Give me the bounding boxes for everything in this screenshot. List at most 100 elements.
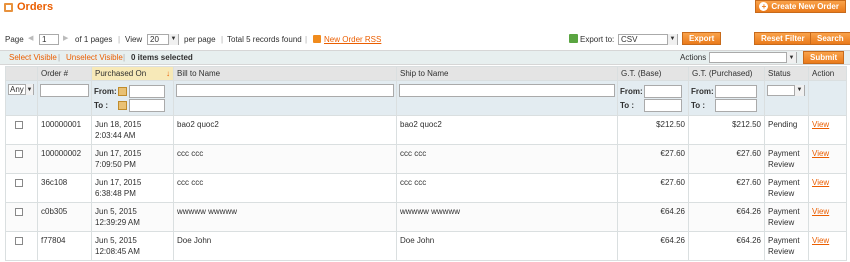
view-link[interactable]: View: [812, 149, 829, 158]
purchased-on-text: Jun 5, 2015 12:08:45 AM: [95, 236, 140, 256]
table-row[interactable]: 36c108 Jun 17, 2015 6:38:48 PM ccc ccc ccc …: [5, 173, 847, 203]
order-number-text: 36c108: [41, 178, 68, 187]
calendar-icon[interactable]: [118, 86, 127, 96]
purchased-on-cell: Jun 5, 2015 12:08:45 AM: [91, 231, 174, 261]
column-header-gt-purchased[interactable]: G.T. (Purchased): [688, 66, 765, 81]
of-pages-text: of 1 pages: [75, 34, 113, 44]
date-to-input[interactable]: [129, 98, 165, 112]
row-checkbox-cell: [5, 202, 38, 232]
chevron-down-icon: ▼: [667, 33, 677, 45]
column-header-order-label: Order #: [41, 69, 69, 78]
order-number-text: 100000002: [41, 149, 82, 158]
massaction-filter-value: Any: [10, 85, 24, 94]
column-header-purchased-on[interactable]: Purchased On ↓: [91, 66, 174, 81]
row-checkbox[interactable]: [15, 150, 23, 158]
column-header-bill-to-label: Bill to Name: [177, 69, 221, 78]
gt-purchased-cell: €27.60: [688, 144, 765, 174]
next-page-icon[interactable]: ▶: [63, 34, 68, 42]
gt-purchased-to-input[interactable]: [715, 98, 757, 112]
view-link[interactable]: View: [812, 207, 829, 216]
grid-body: 100000001 Jun 18, 2015 2:03:44 AM bao2 quo…: [5, 115, 847, 261]
row-checkbox[interactable]: [15, 179, 23, 187]
column-header-bill-to[interactable]: Bill to Name: [173, 66, 397, 81]
column-header-order[interactable]: Order #: [37, 66, 92, 81]
bill-to-filter-input[interactable]: [176, 84, 394, 97]
ship-to-text: ccc ccc: [400, 149, 427, 158]
page-label: Page: [5, 34, 24, 44]
column-header-gt-purchased-label: G.T. (Purchased): [692, 69, 753, 78]
gt-purchased-to-label: To :: [691, 100, 706, 110]
date-from-input[interactable]: [129, 84, 165, 98]
gt-base-cell: €64.26: [617, 202, 689, 232]
ship-to-filter-input[interactable]: [399, 84, 615, 97]
calendar-icon[interactable]: [118, 100, 127, 110]
row-checkbox-cell: [5, 231, 38, 261]
column-header-ship-to[interactable]: Ship to Name: [396, 66, 618, 81]
column-header-ship-to-label: Ship to Name: [400, 69, 449, 78]
column-header-action: Action: [808, 66, 847, 81]
bill-to-cell: wwwww wwwww: [173, 202, 397, 232]
row-checkbox[interactable]: [15, 208, 23, 216]
status-text: Payment Review: [768, 178, 800, 198]
gt-purchased-text: €64.26: [736, 207, 761, 216]
ship-to-cell: bao2 quoc2: [396, 115, 618, 145]
actions-select[interactable]: ▼: [709, 52, 797, 63]
view-link[interactable]: View: [812, 236, 829, 245]
export-label: Export to:: [580, 34, 615, 44]
gt-base-text: €27.60: [660, 149, 685, 158]
table-row[interactable]: f77804 Jun 5, 2015 12:08:45 AM Doe John Doe…: [5, 231, 847, 261]
bill-to-cell: ccc ccc: [173, 173, 397, 203]
gt-purchased-text: $212.50: [732, 120, 761, 129]
grid-filter-row: Any ▼ From: To : From: To: From: To: ▼: [5, 80, 847, 116]
bill-to-cell: Doe John: [173, 231, 397, 261]
submit-button[interactable]: Submit: [803, 51, 845, 64]
column-header-gt-base[interactable]: G.T. (Base): [617, 66, 689, 81]
row-checkbox-cell: [5, 144, 38, 174]
view-link[interactable]: View: [812, 120, 829, 129]
create-new-order-button[interactable]: + Create New Order: [755, 0, 846, 13]
bill-to-text: ccc ccc: [177, 178, 204, 187]
select-visible-link[interactable]: Select Visible: [9, 53, 57, 62]
per-page-select[interactable]: 20 ▼: [147, 33, 179, 45]
per-page-label: per page: [184, 34, 216, 44]
gt-purchased-cell: $212.50: [688, 115, 765, 145]
table-row[interactable]: c0b305 Jun 5, 2015 12:39:29 AM wwwww wwwww…: [5, 202, 847, 232]
export-format-select[interactable]: CSV ▼: [618, 33, 678, 45]
gt-base-from-input[interactable]: [644, 84, 682, 98]
table-row[interactable]: 100000001 Jun 18, 2015 2:03:44 AM bao2 quo…: [5, 115, 847, 145]
bill-to-text: Doe John: [177, 236, 212, 245]
table-row[interactable]: 100000002 Jun 17, 2015 7:09:50 PM ccc ccc c…: [5, 144, 847, 174]
order-filter-input[interactable]: [40, 84, 89, 97]
sort-desc-icon: ↓: [166, 69, 170, 78]
page-input[interactable]: 1: [39, 33, 59, 45]
gt-base-to-input[interactable]: [644, 98, 682, 112]
view-link[interactable]: View: [812, 178, 829, 187]
reset-filter-button[interactable]: Reset Filter: [754, 32, 812, 45]
status-cell: Payment Review: [764, 173, 809, 203]
column-header-status[interactable]: Status: [764, 66, 809, 81]
gt-purchased-cell: €64.26: [688, 231, 765, 261]
row-checkbox[interactable]: [15, 121, 23, 129]
export-button[interactable]: Export: [682, 32, 722, 45]
pager-divider: |: [221, 34, 224, 44]
ship-to-text: wwwww wwwww: [400, 207, 460, 216]
order-number-cell: 36c108: [37, 173, 92, 203]
status-filter-select[interactable]: ▼: [767, 84, 805, 96]
purchased-on-cell: Jun 17, 2015 7:09:50 PM: [91, 144, 174, 174]
order-number-cell: c0b305: [37, 202, 92, 232]
row-checkbox[interactable]: [15, 237, 23, 245]
prev-page-icon[interactable]: ◀: [28, 34, 33, 42]
purchased-on-text: Jun 5, 2015 12:39:29 AM: [95, 207, 140, 227]
ship-to-text: ccc ccc: [400, 178, 427, 187]
action-cell: View: [808, 144, 847, 174]
date-to-label: To :: [94, 100, 109, 110]
action-cell: View: [808, 202, 847, 232]
unselect-visible-link[interactable]: Unselect Visible: [66, 53, 123, 62]
new-order-rss-link[interactable]: New Order RSS: [324, 35, 381, 44]
gt-purchased-from-input[interactable]: [715, 84, 757, 98]
row-checkbox-cell: [5, 115, 38, 145]
search-button[interactable]: Search: [810, 32, 850, 45]
ship-to-text: bao2 quoc2: [400, 120, 442, 129]
massaction-filter-select[interactable]: Any ▼: [8, 84, 34, 95]
bill-to-text: bao2 quoc2: [177, 120, 219, 129]
